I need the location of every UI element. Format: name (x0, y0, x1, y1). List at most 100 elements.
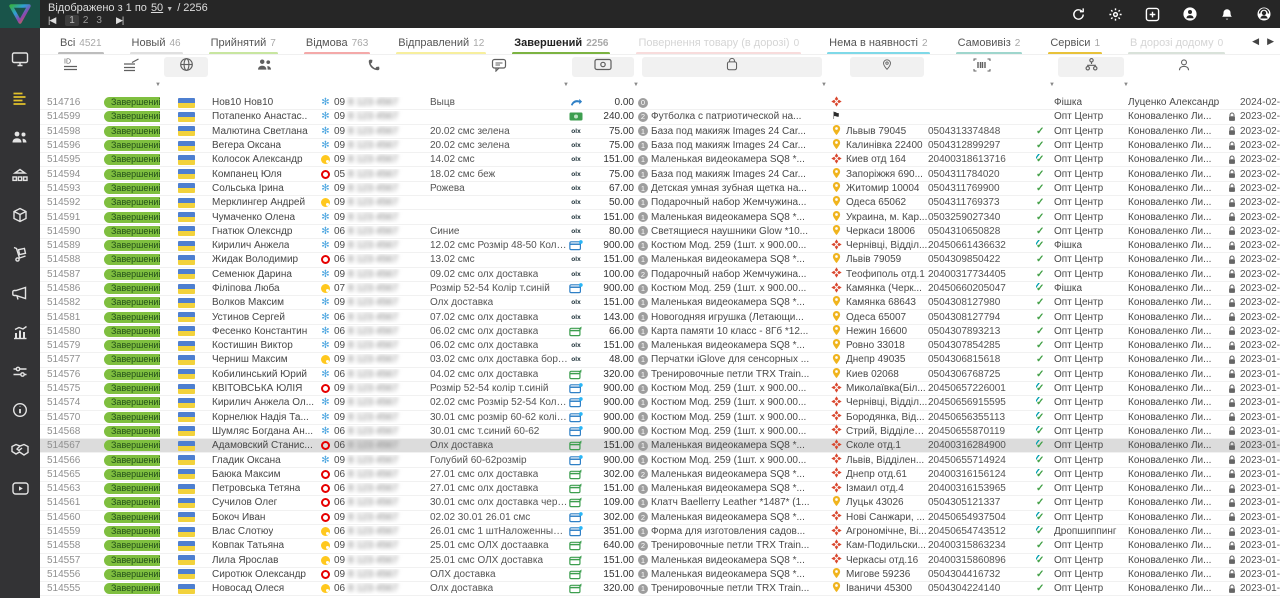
order-row[interactable]: 514580 Завершений Фесенко Константин ✻06… (40, 325, 1280, 339)
order-row[interactable]: 514565 Завершений Баюка Максим 068 123 4… (40, 468, 1280, 482)
column-header-date[interactable] (1244, 57, 1280, 77)
tab-Сервіси[interactable]: Сервіси1 (1048, 33, 1102, 55)
order-row[interactable]: 514574 Завершений Кирилич Анжела Ол... ✻… (40, 396, 1280, 410)
order-row[interactable]: 514558 Завершений Ковпак Татьяна 098 123… (40, 539, 1280, 553)
tab-Нема в наявності[interactable]: Нема в наявності2 (827, 33, 929, 55)
order-source: Опт Центр (1054, 397, 1103, 408)
order-row[interactable]: 514591 Завершений Чумаченко Олена ✻098 1… (40, 210, 1280, 224)
tab-Прийнятий[interactable]: Прийнятий7 (209, 33, 278, 55)
column-header-phone[interactable] (322, 57, 426, 77)
order-row[interactable]: 514595 Завершений Колосок Александр 098 … (40, 153, 1280, 167)
sidebar-item-products[interactable] (0, 198, 40, 237)
sidebar-item-marketing[interactable] (0, 276, 40, 315)
order-row[interactable]: 514716 Завершений Нов10 Нов10 ✻098 123 4… (40, 96, 1280, 110)
sidebar-item-partners[interactable] (0, 432, 40, 471)
sidebar-item-purchases[interactable] (0, 237, 40, 276)
order-row[interactable]: 514588 Завершений Жидак Володимир 068 12… (40, 253, 1280, 267)
order-row[interactable]: 514563 Завершений Петровська Тетяна 068 … (40, 482, 1280, 496)
column-header-tracking[interactable] (932, 57, 1032, 77)
notifications-button[interactable] (1220, 7, 1234, 22)
app-logo[interactable] (0, 0, 40, 28)
support-button[interactable] (1256, 6, 1272, 22)
ukraine-flag-icon (178, 484, 195, 494)
order-row[interactable]: 514596 Завершений Вегера Оксана ✻098 123… (40, 139, 1280, 153)
order-row[interactable]: 514581 Завершений Устинов Сергей ✻068 12… (40, 310, 1280, 324)
order-row[interactable]: 514561 Завершений Сучилов Олег 068 123 4… (40, 496, 1280, 510)
sidebar-item-integrations[interactable] (0, 354, 40, 393)
order-row[interactable]: 514575 Завершений КВІТОВСЬКА ЮЛІЯ 098 12… (40, 382, 1280, 396)
column-header-status[interactable] (108, 57, 156, 77)
order-row[interactable]: 514576 Завершений Кобилинський Юрий ✻068… (40, 368, 1280, 382)
product-name: Маленькая видеокамера SQ8 *... (651, 297, 805, 308)
tabs-scroll-left-button[interactable]: ◀ (1252, 36, 1259, 47)
sidebar-item-dashboard[interactable] (0, 42, 40, 81)
order-row[interactable]: 514566 Завершений Гладик Оксана ✻098 123… (40, 453, 1280, 467)
column-header-id[interactable]: ID (44, 57, 100, 77)
tabs-scroll-right-button[interactable]: ▶ (1267, 36, 1274, 47)
tab-Всі[interactable]: Всі4521 (58, 33, 104, 55)
order-row[interactable]: 514599 Завершений Потапенко Анастас.. ✻0… (40, 110, 1280, 124)
order-row[interactable]: 514592 Завершений Мерклингер Андрей 098 … (40, 196, 1280, 210)
column-header-country[interactable] (164, 57, 208, 77)
page-2-button[interactable]: 2 (79, 15, 93, 26)
column-header-comment[interactable] (434, 57, 564, 77)
order-date: 2023-01- (1240, 469, 1280, 480)
tab-Відмова[interactable]: Відмова763 (304, 33, 370, 55)
column-header-product[interactable] (642, 57, 822, 77)
sidebar-item-clients[interactable] (0, 120, 40, 159)
location-pin-icon (832, 353, 841, 365)
page-3-button[interactable]: 3 (92, 15, 106, 26)
order-row[interactable]: 514589 Завершений Кирилич Анжела ✻098 12… (40, 239, 1280, 253)
delivered-check-icon: ✓ (1036, 354, 1044, 365)
page-1-button[interactable]: 1 (65, 15, 79, 26)
order-row[interactable]: 514559 Завершений Влас Слотюу 068 123 45… (40, 525, 1280, 539)
order-row[interactable]: 514582 Завершений Волков Максим ✻098 123… (40, 296, 1280, 310)
order-row[interactable]: 514570 Завершений Корнелюк Надія Та... ✻… (40, 411, 1280, 425)
order-row[interactable]: 514557 Завершений Лила Ярослав 098 123 4… (40, 554, 1280, 568)
sidebar-item-statistics[interactable] (0, 315, 40, 354)
order-row[interactable]: 514560 Завершений Бокоч Иван 098 123 456… (40, 511, 1280, 525)
order-row[interactable]: 514593 Завершений Сольська Ірина ✻098 12… (40, 182, 1280, 196)
column-header-source[interactable] (1058, 57, 1124, 77)
settings-button[interactable] (1108, 7, 1123, 22)
tab-Самовивіз[interactable]: Самовивіз2 (956, 33, 1023, 55)
sidebar-item-orders[interactable] (0, 81, 40, 120)
page-size-dropdown[interactable]: 50 ▼ (151, 2, 173, 14)
add-order-button[interactable] (1145, 7, 1160, 22)
order-amount: 151.00 (584, 254, 634, 265)
column-header-delivery[interactable] (830, 57, 842, 77)
column-header-client[interactable] (216, 57, 314, 77)
sidebar-item-structure[interactable] (0, 159, 40, 198)
order-row[interactable]: 514594 Завершений Компанец Юля 058 123 4… (40, 167, 1280, 181)
column-header-manager[interactable] (1132, 57, 1236, 77)
tab-Завершений[interactable]: Завершений2256 (512, 33, 610, 55)
tab-Новый[interactable]: Новый46 (130, 33, 183, 55)
order-row[interactable]: 514567 Завершений Адамовский Станис... 0… (40, 439, 1280, 453)
order-row[interactable]: 514568 Завершений Шумляс Богдана Ан... ✻… (40, 425, 1280, 439)
pagination: |◀ 123 ▶| (48, 15, 208, 26)
tab-Відправлений[interactable]: Відправлений12 (396, 33, 486, 55)
first-page-button[interactable]: |◀ (48, 15, 55, 26)
order-row[interactable]: 514556 Завершений Сиротюк Олександр 098 … (40, 568, 1280, 582)
tab-Повернення товару (в дорозі)[interactable]: Повернення товару (в дорозі)0 (636, 33, 801, 55)
column-header-payment[interactable] (572, 57, 634, 77)
profile-button[interactable] (1182, 6, 1198, 22)
product-name: Тренировочные петли TRX Train... (651, 369, 809, 380)
order-row[interactable]: 514555 Завершений Новосад Олеся 068 123 … (40, 582, 1280, 596)
last-page-button[interactable]: ▶| (116, 15, 123, 26)
order-row[interactable]: 514587 Завершений Семенюк Дарина ✻098 12… (40, 268, 1280, 282)
tab-В дорозі додому[interactable]: В дорозі додому0 (1128, 33, 1225, 55)
manager-name: Коноваленко Ли... (1128, 555, 1211, 566)
column-header-check[interactable] (1040, 57, 1050, 77)
order-row[interactable]: 514590 Завершений Гнатюк Олексндр ✻068 1… (40, 225, 1280, 239)
comment-text: Рожева (430, 183, 465, 194)
sidebar-item-tutorials[interactable] (0, 471, 40, 510)
order-row[interactable]: 514586 Завершений Філіпова Люба 078 123 … (40, 282, 1280, 296)
order-row[interactable]: 514598 Завершений Малютина Светлана ✻098… (40, 125, 1280, 139)
order-row[interactable]: 514579 Завершений Костишин Виктор ✻098 1… (40, 339, 1280, 353)
refresh-button[interactable] (1071, 7, 1086, 22)
column-header-city[interactable] (850, 57, 924, 77)
box-icon (12, 207, 28, 228)
sidebar-item-info[interactable] (0, 393, 40, 432)
order-row[interactable]: 514577 Завершений Черниш Максим 098 123 … (40, 353, 1280, 367)
